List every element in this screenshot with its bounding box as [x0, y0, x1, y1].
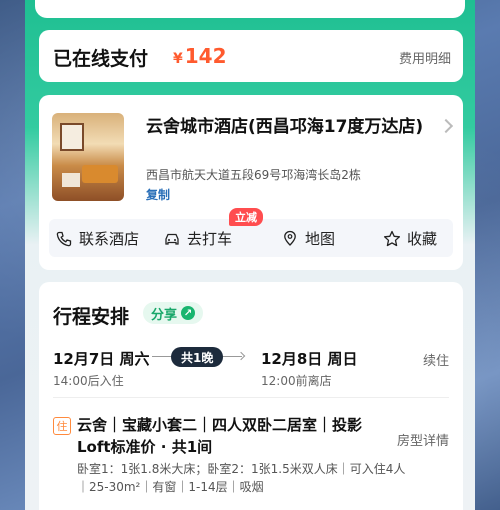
map-button[interactable]: 地图 — [281, 228, 335, 249]
app-screen: 已在线支付 ¥142 费用明细 云舍城市酒店(西昌邛海17度万达店) 西昌市航天… — [25, 0, 475, 510]
discount-badge: 立减 — [229, 208, 263, 226]
contact-hotel-button[interactable]: 联系酒店 — [55, 228, 139, 249]
contact-hotel-label: 联系酒店 — [79, 230, 140, 248]
nights-badge: 共1晚 — [171, 347, 224, 367]
payment-card: 已在线支付 ¥142 费用明细 — [39, 30, 463, 82]
hotel-photo[interactable] — [52, 113, 124, 201]
hotel-actions-bar: 联系酒店 去打车 立减 地图 收藏 — [49, 208, 453, 257]
star-icon — [383, 230, 401, 248]
divider — [53, 397, 449, 398]
share-button[interactable]: 分享 ↗ — [143, 302, 204, 324]
photo-window — [60, 123, 84, 151]
hotel-card: 云舍城市酒店(西昌邛海17度万达店) 西昌市航天大道五段69号邛海湾长岛2栋 复… — [39, 95, 463, 270]
checkin-date: 12月7日 周六 — [53, 350, 150, 368]
favorite-button[interactable]: 收藏 — [383, 228, 437, 249]
hotel-name[interactable]: 云舍城市酒店(西昌邛海17度万达店) — [146, 115, 436, 139]
room-detail-link[interactable]: 房型详情 — [397, 430, 449, 449]
copy-address-button[interactable]: 复制 — [146, 186, 170, 203]
room-name: 云舍｜宝藏小套二｜四人双卧二居室｜投影Loft标准价 · 共1间 — [77, 416, 363, 456]
checkout-time: 12:00前离店 — [261, 374, 332, 388]
checkin-time: 14:00后入住 — [53, 374, 124, 388]
extend-stay-link[interactable]: 续住 — [423, 350, 449, 369]
room-tag: 住 — [53, 417, 71, 435]
fee-detail-link[interactable]: 费用明细 — [399, 48, 451, 67]
map-label: 地图 — [305, 230, 336, 248]
payment-title: 已在线支付 — [53, 48, 149, 70]
trip-title: 行程安排 — [53, 306, 130, 328]
checkout-date: 12月8日 周日 — [261, 350, 358, 368]
car-icon — [163, 230, 181, 248]
taxi-button[interactable]: 去打车 — [163, 228, 232, 249]
payment-amount: ¥142 — [173, 44, 227, 68]
map-pin-icon — [281, 230, 299, 248]
arrow-right-icon — [236, 351, 246, 361]
trip-card: 行程安排 分享 ↗ 12月7日 周六 14:00后入住 共1晚 12月8日 周日… — [39, 282, 463, 510]
previous-card-edge — [35, 0, 465, 18]
phone-icon — [55, 230, 73, 248]
hotel-address: 西昌市航天大道五段69号邛海湾长岛2栋 — [146, 168, 361, 182]
taxi-label: 去打车 — [187, 230, 233, 248]
share-label: 分享 — [151, 307, 178, 323]
chevron-right-icon[interactable] — [438, 118, 454, 134]
currency-symbol: ¥ — [173, 51, 183, 67]
favorite-label: 收藏 — [407, 230, 438, 248]
amount-value: 142 — [184, 44, 227, 68]
photo-sofa — [82, 165, 118, 183]
room-description: 卧室1：1张1.8米大床；卧室2：1张1.5米双人床｜可入住4人｜25-30m²… — [77, 462, 406, 494]
photo-table — [62, 173, 80, 187]
share-icon: ↗ — [181, 306, 196, 320]
